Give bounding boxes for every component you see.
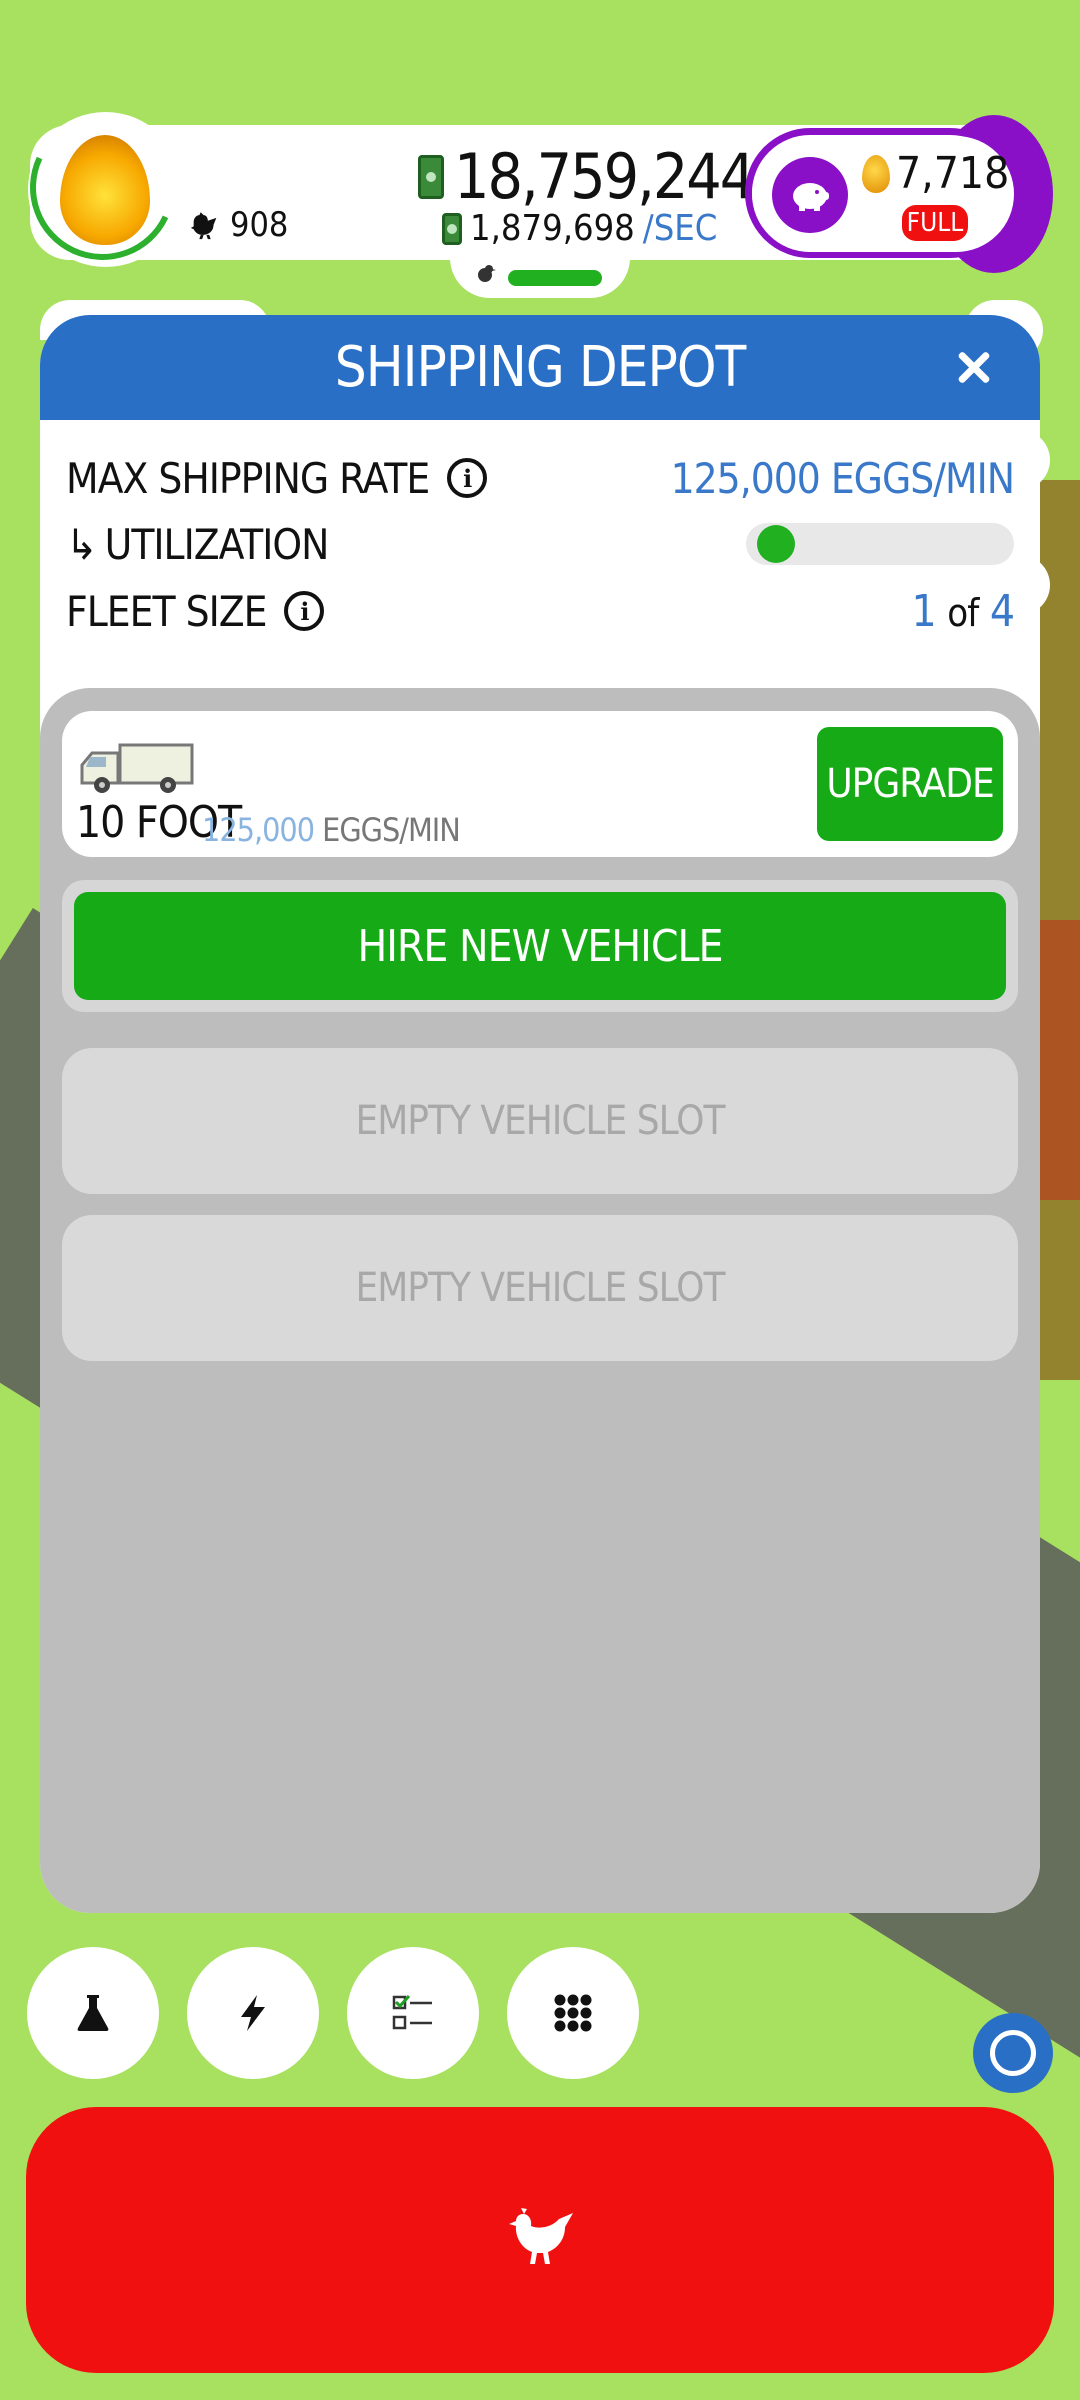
- vehicle-rate: 125,000 EGGS/MIN: [202, 811, 461, 849]
- assistant-button[interactable]: [973, 2013, 1053, 2093]
- fleet-panel: 10 FOOT 125,000 EGGS/MIN UPGRADE HIRE NE…: [40, 688, 1040, 1913]
- upgrade-button[interactable]: UPGRADE: [817, 727, 1003, 841]
- vehicle-rate-value: 125,000: [202, 811, 315, 849]
- utilization-fill: [756, 525, 795, 563]
- checklist-icon: [392, 1994, 432, 2030]
- money-rate-value: 1,879,698: [470, 208, 635, 249]
- fleet-size-value: 1 of 4: [911, 585, 1015, 637]
- golden-egg-icon: [862, 154, 890, 193]
- golden-egg-count: 7,718: [862, 148, 1009, 199]
- utilization-bar: [746, 523, 1014, 565]
- empty-vehicle-slot: EMPTY VEHICLE SLOT: [62, 1048, 1018, 1194]
- money-rate: 1,879,698/SEC: [442, 208, 717, 249]
- money-display: 18,759,244: [418, 140, 755, 213]
- chick-icon: [474, 262, 498, 292]
- chicken-count: 908: [188, 205, 288, 245]
- money-rate-unit: /SEC: [642, 208, 718, 249]
- hatchery-capacity-bar: [508, 270, 602, 286]
- fleet-current: 1: [911, 585, 937, 637]
- menu-button[interactable]: [507, 1947, 639, 2079]
- missions-button[interactable]: [347, 1947, 479, 2079]
- chicken-icon: [190, 212, 217, 240]
- hire-new-vehicle-button[interactable]: HIRE NEW VEHICLE: [74, 892, 1006, 1000]
- empty-vehicle-slot: EMPTY VEHICLE SLOT: [62, 1215, 1018, 1361]
- grid-icon: [554, 1994, 592, 2032]
- chicken-icon: [509, 2208, 573, 2264]
- hire-vehicle-slot: HIRE NEW VEHICLE: [62, 880, 1018, 1012]
- max-shipping-rate-label: MAX SHIPPING RATE: [66, 453, 430, 503]
- hatch-chicken-button[interactable]: [26, 2107, 1054, 2373]
- modal-header: SHIPPING DEPOT: [40, 315, 1040, 420]
- boost-button[interactable]: [187, 1947, 319, 2079]
- piggy-bank-icon[interactable]: [772, 157, 848, 233]
- lightning-icon: [241, 1995, 265, 2031]
- info-icon[interactable]: i: [284, 591, 325, 631]
- money-value: 18,759,244: [454, 140, 755, 213]
- vehicle-card: 10 FOOT 125,000 EGGS/MIN UPGRADE: [62, 711, 1018, 857]
- vehicle-rate-unit: EGGS/MIN: [322, 811, 461, 849]
- modal-title: SHIPPING DEPOT: [334, 335, 746, 400]
- sub-item-arrow-icon: ↳: [66, 519, 98, 569]
- cash-icon: [442, 212, 462, 245]
- flask-icon: [77, 1995, 109, 2031]
- info-icon[interactable]: i: [447, 458, 488, 498]
- max-shipping-rate-row: MAX SHIPPING RATE i 125,000 EGGS/MIN: [66, 448, 1015, 508]
- research-button[interactable]: [27, 1947, 159, 2079]
- shipping-depot-modal: SHIPPING DEPOT MAX SHIPPING RATE i 125,0…: [40, 315, 1040, 1913]
- fleet-of: of: [947, 590, 979, 635]
- utilization-label: UTILIZATION: [104, 519, 330, 569]
- truck-icon: [80, 743, 194, 793]
- chicken-count-value: 908: [230, 205, 289, 245]
- close-icon[interactable]: [946, 339, 1002, 395]
- golden-egg-value: 7,718: [896, 148, 1010, 199]
- cash-icon: [418, 154, 444, 199]
- utilization-row: ↳ UTILIZATION: [66, 514, 1014, 574]
- max-shipping-rate-value: 125,000 EGGS/MIN: [670, 453, 1015, 503]
- fleet-max: 4: [989, 585, 1015, 637]
- fleet-size-row: FLEET SIZE i 1 of 4: [66, 581, 1015, 641]
- piggy-full-badge: FULL: [902, 205, 968, 241]
- fleet-size-label: FLEET SIZE: [66, 586, 267, 636]
